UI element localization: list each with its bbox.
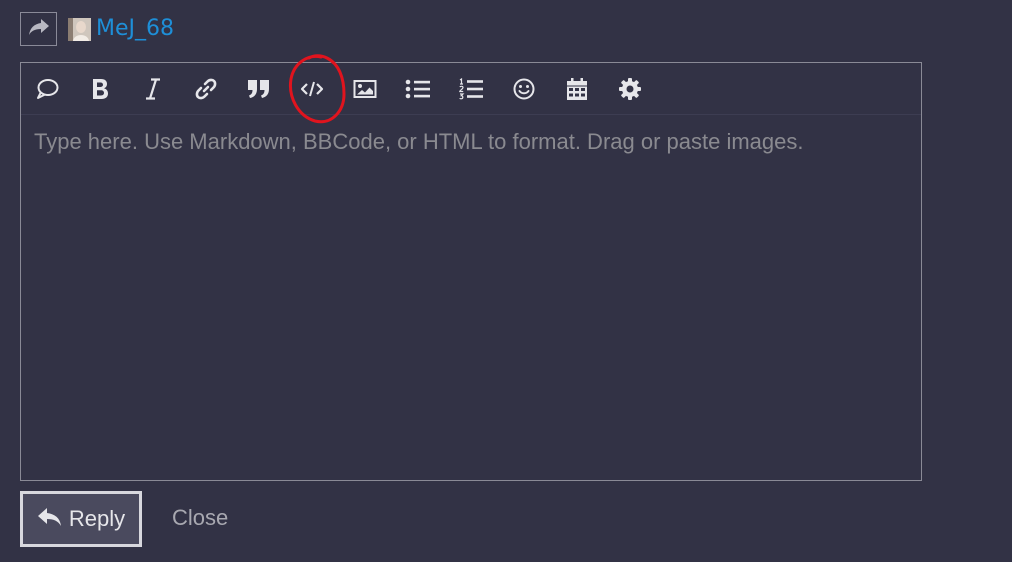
close-button[interactable]: Close: [172, 505, 228, 531]
quote-bubble-button[interactable]: [32, 74, 62, 104]
italic-button[interactable]: [138, 74, 168, 104]
numbered-list-icon: [458, 78, 484, 100]
smiley-icon: [512, 77, 536, 101]
bold-icon: [91, 78, 109, 100]
link-icon: [194, 77, 218, 101]
numbered-list-button[interactable]: [456, 74, 486, 104]
reply-type-button[interactable]: [20, 12, 57, 46]
italic-icon: [145, 78, 161, 100]
reply-arrow-icon: [37, 506, 63, 532]
emoji-button[interactable]: [509, 74, 539, 104]
image-icon: [353, 79, 377, 99]
gear-icon: [618, 77, 642, 101]
calendar-icon: [566, 77, 588, 101]
speech-bubble-icon: [35, 78, 59, 100]
avatar[interactable]: [68, 17, 91, 41]
bulleted-list-button[interactable]: [403, 74, 433, 104]
image-button[interactable]: [350, 74, 380, 104]
username-link[interactable]: MeJ_68: [96, 18, 174, 40]
reply-label: Reply: [68, 506, 126, 531]
bulleted-list-icon: [405, 79, 431, 99]
share-arrow-icon: [28, 18, 50, 40]
code-button[interactable]: [297, 74, 327, 104]
quote-icon: [247, 79, 271, 99]
editor-toolbar: [21, 54, 921, 124]
date-button[interactable]: [562, 74, 592, 104]
composer-textarea[interactable]: [21, 115, 921, 480]
code-icon: [300, 80, 324, 98]
link-button[interactable]: [191, 74, 221, 104]
bold-button[interactable]: [85, 74, 115, 104]
blockquote-button[interactable]: [244, 74, 274, 104]
reply-button[interactable]: Reply: [20, 491, 142, 547]
composer-editor: [20, 54, 922, 481]
settings-button[interactable]: [615, 74, 645, 104]
reply-header: MeJ_68: [20, 11, 174, 47]
